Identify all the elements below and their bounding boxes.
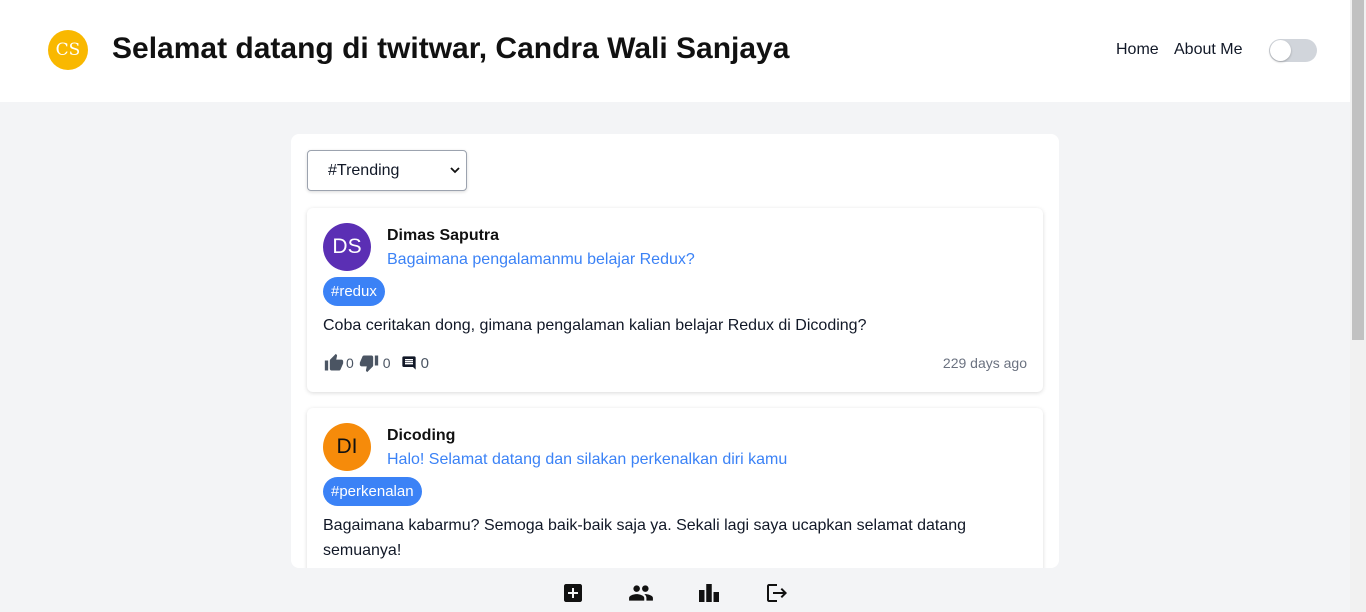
users-icon (629, 585, 653, 601)
add-thread-icon (564, 584, 582, 602)
thread-category-tag[interactable]: #perkenalan (323, 477, 422, 506)
thread-author-name: Dimas Saputra (387, 227, 500, 244)
nav-about-me-link[interactable]: About Me (1174, 41, 1242, 59)
theme-toggle[interactable] (1269, 39, 1317, 62)
thread-timestamp: 229 days ago (942, 355, 1027, 371)
thread-title-link[interactable]: Bagaimana pengalamanmu belajar Redux? (387, 251, 695, 269)
comment-icon (401, 356, 416, 370)
thread-author-avatar: DS (323, 223, 371, 271)
thread-body: Coba ceritakan dong, gimana pengalaman k… (323, 317, 867, 334)
add-thread-button[interactable] (560, 580, 586, 606)
user-avatar: CS (48, 30, 88, 70)
nav-home-link[interactable]: Home (1116, 41, 1159, 59)
leaderboard-button[interactable] (696, 580, 722, 606)
logout-icon (767, 584, 787, 602)
comments-button[interactable]: 0 (401, 355, 433, 372)
category-select-value: #Trending (328, 161, 400, 179)
thumbs-down-icon (359, 355, 378, 373)
downvote-button[interactable]: 0 (358, 353, 401, 373)
thread-author-name: Dicoding (387, 427, 456, 444)
upvote-count: 0 (346, 355, 354, 371)
comment-count: 0 (420, 354, 429, 372)
thread-author-avatar: DI (323, 423, 371, 471)
thread-body: Bagaimana kabarmu? Semoga baik-baik saja… (323, 517, 967, 559)
chevron-down-icon (450, 167, 460, 174)
threads-panel: #Trending DS Dimas Saputra Bagaimana pen… (291, 134, 1059, 568)
leaderboard-icon (699, 584, 719, 602)
logout-button[interactable] (764, 580, 790, 606)
page-title: Selamat datang di twitwar, Candra Wali S… (112, 32, 790, 65)
thread-category-tag[interactable]: #redux (323, 277, 385, 306)
bottom-nav (0, 568, 1350, 612)
users-button[interactable] (628, 580, 654, 606)
thread-actions: 0 0 0 (323, 352, 433, 374)
page-scrollbar-thumb[interactable] (1352, 0, 1364, 340)
app-header: CS Selamat datang di twitwar, Candra Wal… (0, 0, 1350, 102)
upvote-button[interactable]: 0 (323, 353, 358, 373)
thread-card: DI Dicoding Halo! Selamat datang dan sil… (307, 408, 1043, 568)
thumbs-up-icon (324, 353, 344, 371)
thread-title-link[interactable]: Halo! Selamat datang dan silakan perkena… (387, 451, 787, 469)
thread-card: DS Dimas Saputra Bagaimana pengalamanmu … (307, 208, 1043, 392)
downvote-count: 0 (382, 355, 391, 371)
toggle-knob (1270, 40, 1291, 61)
category-select[interactable]: #Trending (307, 150, 467, 191)
